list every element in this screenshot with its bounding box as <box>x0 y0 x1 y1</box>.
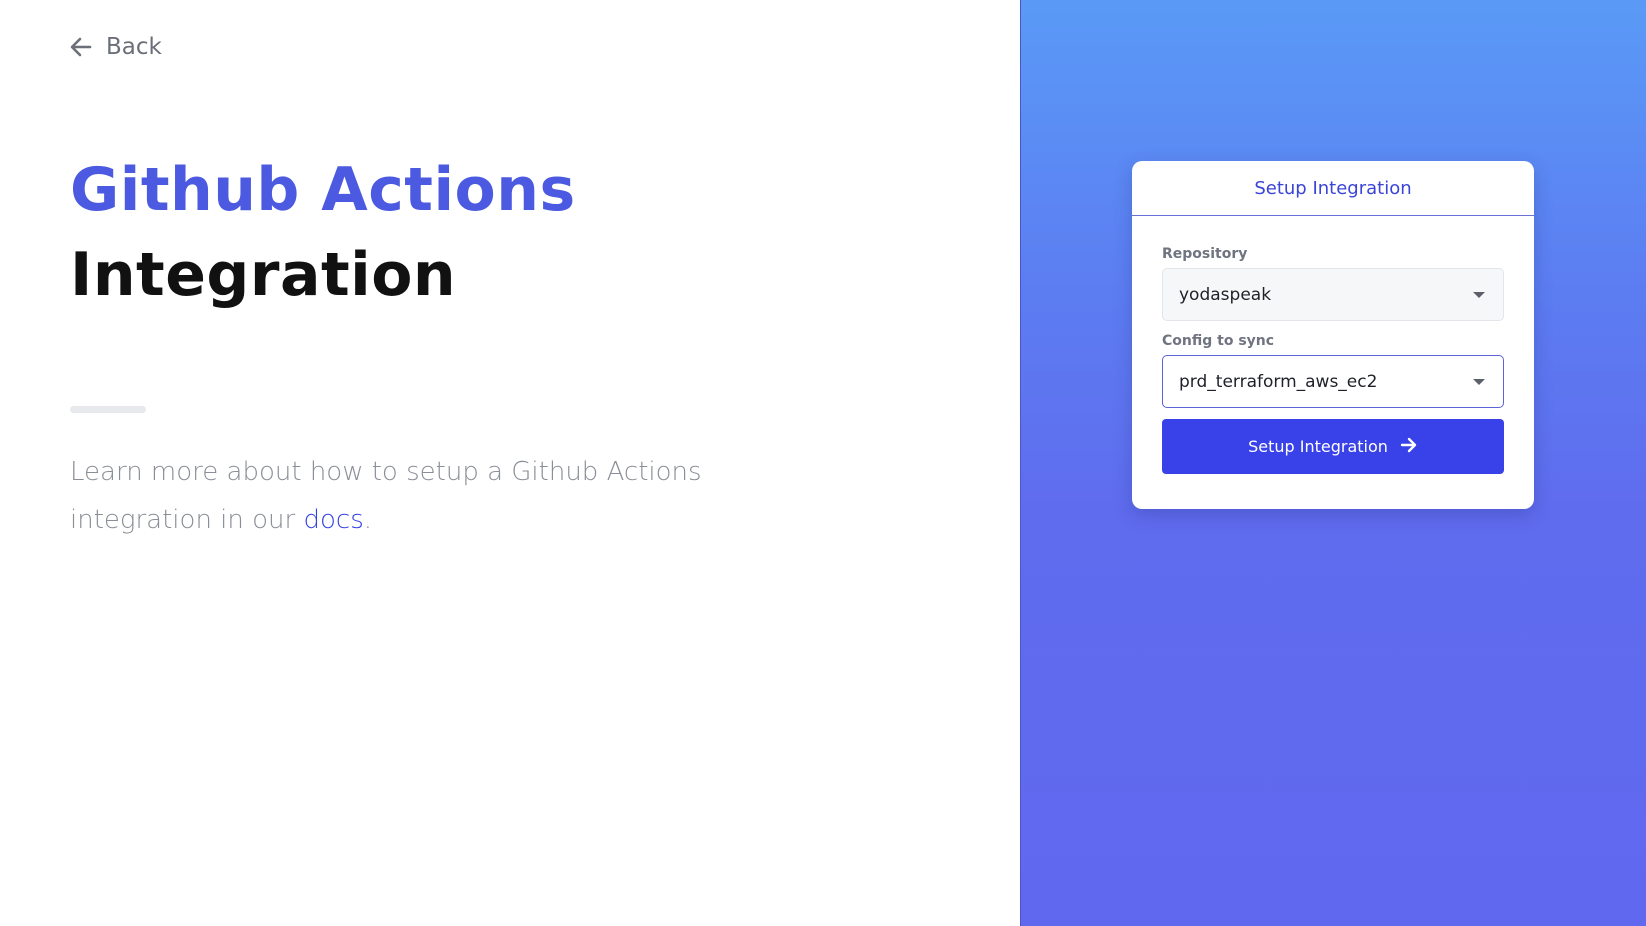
setup-integration-label: Setup Integration <box>1248 437 1388 456</box>
repository-value: yodaspeak <box>1179 284 1272 305</box>
chevron-down-icon <box>1473 378 1485 385</box>
divider <box>70 406 146 413</box>
config-value: prd_terraform_aws_ec2 <box>1179 371 1378 392</box>
setup-card: Setup Integration Repository yodaspeak C… <box>1132 161 1534 509</box>
description-suffix: . <box>363 505 373 535</box>
arrow-left-icon <box>70 37 92 57</box>
info-panel: Back Github Actions Integration Learn mo… <box>0 0 1020 926</box>
docs-link[interactable]: docs <box>304 505 364 535</box>
repository-label: Repository <box>1162 246 1248 262</box>
page-title-accent: Github Actions <box>70 155 576 225</box>
back-link[interactable]: Back <box>70 34 162 60</box>
page: Back Github Actions Integration Learn mo… <box>0 0 1646 926</box>
config-label: Config to sync <box>1162 333 1275 349</box>
page-title: Integration <box>70 240 457 310</box>
arrow-right-icon <box>1400 437 1418 457</box>
card-body: Repository yodaspeak Config to sync prd_… <box>1132 216 1534 474</box>
description: Learn more about how to setup a Github A… <box>70 448 710 544</box>
repository-select[interactable]: yodaspeak <box>1162 268 1504 321</box>
setup-panel: Setup Integration Repository yodaspeak C… <box>1020 0 1646 926</box>
description-text: Learn more about how to setup a Github A… <box>70 457 702 535</box>
chevron-down-icon <box>1473 291 1485 298</box>
card-header: Setup Integration <box>1132 161 1534 216</box>
config-select[interactable]: prd_terraform_aws_ec2 <box>1162 355 1504 408</box>
setup-integration-button[interactable]: Setup Integration <box>1162 419 1504 474</box>
back-label: Back <box>106 34 162 60</box>
